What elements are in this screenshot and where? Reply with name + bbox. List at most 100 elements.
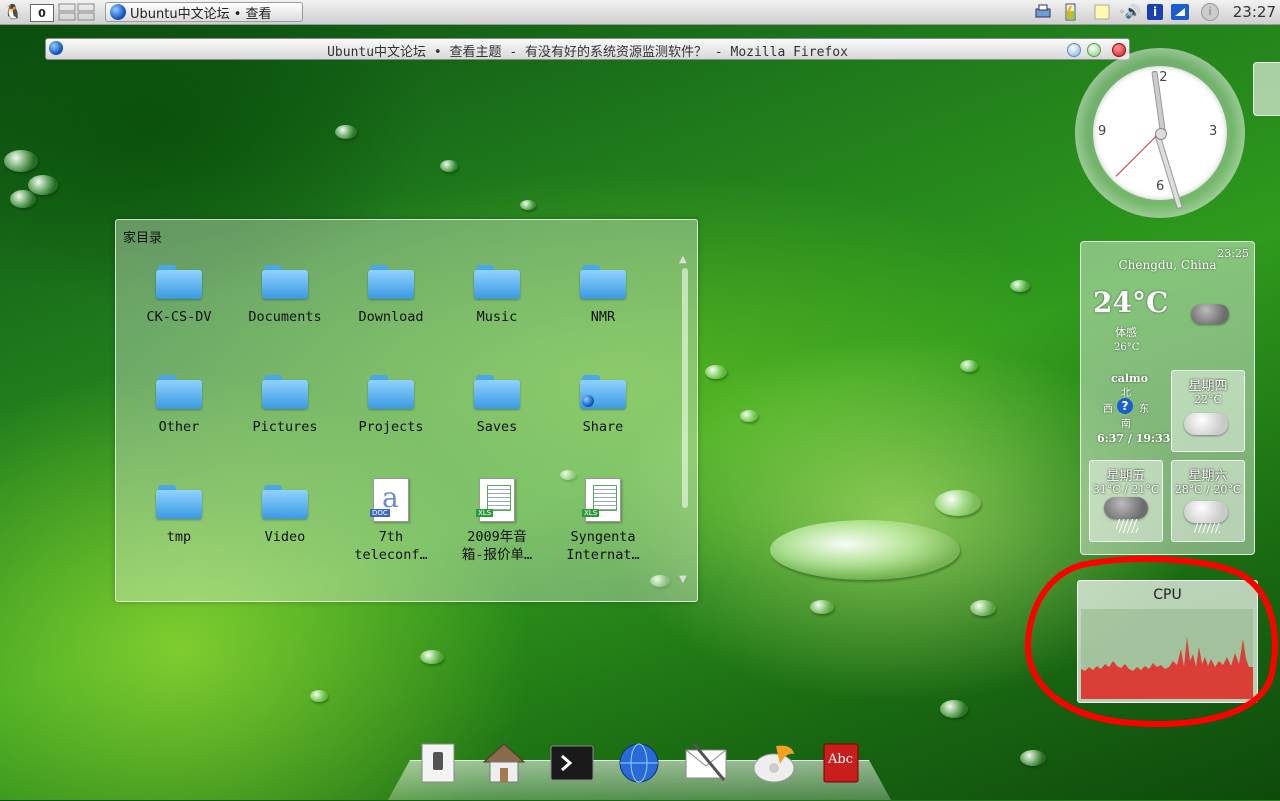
folder-music[interactable]: Music	[444, 265, 550, 325]
compass-south: 南	[1121, 419, 1131, 430]
clock-number-6: 6	[1156, 179, 1165, 194]
side-panel-handle[interactable]	[1253, 62, 1280, 116]
weather-widget: 23:25 Chengdu, China 24°C 体感 26°C calmo …	[1080, 241, 1255, 555]
rain-icon	[1184, 501, 1228, 523]
volume-icon[interactable]: 🔊	[1124, 2, 1142, 22]
folder-scrollbar[interactable]: ▲ ▼	[679, 254, 690, 585]
folder-icon	[368, 265, 414, 299]
taskbar-firefox-button[interactable]: Ubuntu中文论坛 • 查看	[105, 2, 303, 22]
item-label: tmp	[166, 529, 192, 545]
item-label: Pictures	[252, 419, 318, 435]
compass-north: 北	[1121, 388, 1131, 399]
folder-nmr[interactable]: NMR	[550, 265, 656, 325]
cloudy-night-icon	[1191, 304, 1229, 324]
current-temperature: 24°C	[1093, 286, 1169, 319]
item-label-line2: 箱-报价单…	[461, 547, 533, 563]
thunderstorm-icon	[1104, 497, 1148, 519]
forecast-day-2: 星期五 31°C / 21°C	[1089, 460, 1163, 542]
clock-number-3: 3	[1209, 124, 1218, 139]
firefox-titlebar[interactable]: Ubuntu中文论坛 • 查看主题 - 有没有好的系统资源监测软件？ - Moz…	[45, 38, 1130, 60]
cloudy-icon	[1184, 413, 1228, 435]
doc-file-icon: a DOC	[370, 478, 409, 522]
info-icon[interactable]: i	[1147, 4, 1163, 20]
dictionary-text: Abc	[828, 752, 853, 767]
folder-pictures[interactable]: Pictures	[232, 375, 338, 435]
folder-download[interactable]: Download	[338, 265, 444, 325]
folder-documents[interactable]: Documents	[232, 265, 338, 325]
forecast-day-name: 星期五	[1106, 469, 1146, 484]
panel-clock[interactable]: 23:27	[1233, 2, 1276, 22]
item-label: 2009年音	[467, 529, 527, 545]
rain-streaks	[1194, 523, 1220, 533]
file-7th-teleconf[interactable]: a DOC 7th teleconf…	[338, 478, 444, 564]
mail-icon[interactable]	[684, 742, 728, 784]
home-folder-widget: 家目录 CK-CS-DV Documents Download Music NM…	[115, 219, 698, 602]
folder-tmp[interactable]: tmp	[126, 485, 232, 545]
analog-clock-widget: 12 3 6 9	[1075, 48, 1245, 218]
forecast-day-name: 星期六	[1188, 469, 1228, 484]
folder-icon	[156, 485, 202, 519]
media-player-icon[interactable]	[752, 742, 796, 784]
folder-video[interactable]: Video	[232, 485, 338, 545]
second-hand	[1115, 132, 1160, 177]
minute-hand	[1154, 133, 1183, 210]
file-2009-quote[interactable]: XLS 2009年音 箱-报价单…	[444, 478, 550, 564]
info-circle-icon[interactable]: i	[1200, 2, 1220, 22]
clock-center	[1155, 128, 1167, 140]
network-icon[interactable]	[1171, 4, 1189, 20]
taskbar-firefox-label: Ubuntu中文论坛 • 查看	[130, 6, 272, 22]
minimize-button[interactable]	[1067, 43, 1081, 57]
item-label: Saves	[476, 419, 518, 435]
item-label-line2: Internat…	[566, 547, 640, 563]
folder-projects[interactable]: Projects	[338, 375, 444, 435]
compass-west: 西	[1103, 404, 1113, 415]
red-annotation-circle	[1024, 556, 1278, 727]
firefox-window-title: Ubuntu中文论坛 • 查看主题 - 有没有好的系统资源监测软件？ - Moz…	[327, 45, 848, 60]
rain-streaks	[1116, 519, 1138, 533]
item-label: Other	[158, 419, 200, 435]
workspace-indicator[interactable]: 0	[30, 4, 54, 22]
printer-icon[interactable]	[1033, 2, 1053, 22]
forecast-day-name: 星期四	[1188, 379, 1228, 394]
feels-like-label: 体感	[1115, 326, 1137, 339]
folder-other[interactable]: Other	[126, 375, 232, 435]
notes-icon[interactable]	[1091, 2, 1113, 22]
item-label-line2: teleconf…	[354, 547, 428, 563]
item-label: Video	[264, 529, 306, 545]
terminal-icon[interactable]	[550, 742, 594, 784]
folder-icon	[262, 265, 308, 299]
forecast-day-3: 星期六 28°C / 20°C	[1171, 460, 1245, 542]
pager-icon[interactable]	[58, 2, 96, 22]
folder-widget-title: 家目录	[123, 231, 163, 246]
xls-file-icon: XLS	[582, 478, 621, 522]
folder-icon	[474, 375, 520, 409]
scroll-up-arrow-icon[interactable]: ▲	[679, 254, 687, 265]
dictionary-icon[interactable]: Abc	[820, 742, 864, 784]
folder-icon	[262, 375, 308, 409]
file-syngenta[interactable]: XLS Syngenta Internat…	[550, 478, 656, 564]
folder-share[interactable]: Share	[550, 375, 656, 435]
globe-icon	[110, 4, 126, 20]
clock-face: 12 3 6 9	[1093, 66, 1227, 210]
forecast-day-temp: 22°C	[1194, 393, 1222, 406]
xls-file-icon: XLS	[476, 478, 515, 522]
item-label: Share	[582, 419, 624, 435]
maximize-button[interactable]	[1087, 43, 1101, 57]
item-label: Music	[476, 309, 518, 325]
home-icon[interactable]	[482, 742, 526, 784]
scroll-down-arrow-icon[interactable]: ▼	[679, 574, 687, 585]
top-panel: 🐧 0 Ubuntu中文论坛 • 查看 ◦ 🔊 i i 23:27	[0, 0, 1280, 25]
qq-penguin-icon[interactable]: 🐧	[3, 2, 23, 22]
battery-icon[interactable]	[1060, 2, 1082, 22]
scrollbar-thumb[interactable]	[682, 268, 688, 508]
folder-icon	[156, 265, 202, 299]
browser-globe-icon[interactable]	[617, 742, 661, 784]
sunrise-sunset: 6:37 / 19:33	[1097, 432, 1171, 445]
shared-folder-icon	[580, 375, 626, 409]
folder-icon	[156, 375, 202, 409]
switch-icon[interactable]	[416, 742, 460, 784]
forecast-day-temp: 31°C / 21°C	[1092, 483, 1160, 496]
folder-saves[interactable]: Saves	[444, 375, 550, 435]
forecast-day-1: 星期四 22°C	[1171, 370, 1245, 452]
folder-ck-cs-dv[interactable]: CK-CS-DV	[126, 265, 232, 325]
